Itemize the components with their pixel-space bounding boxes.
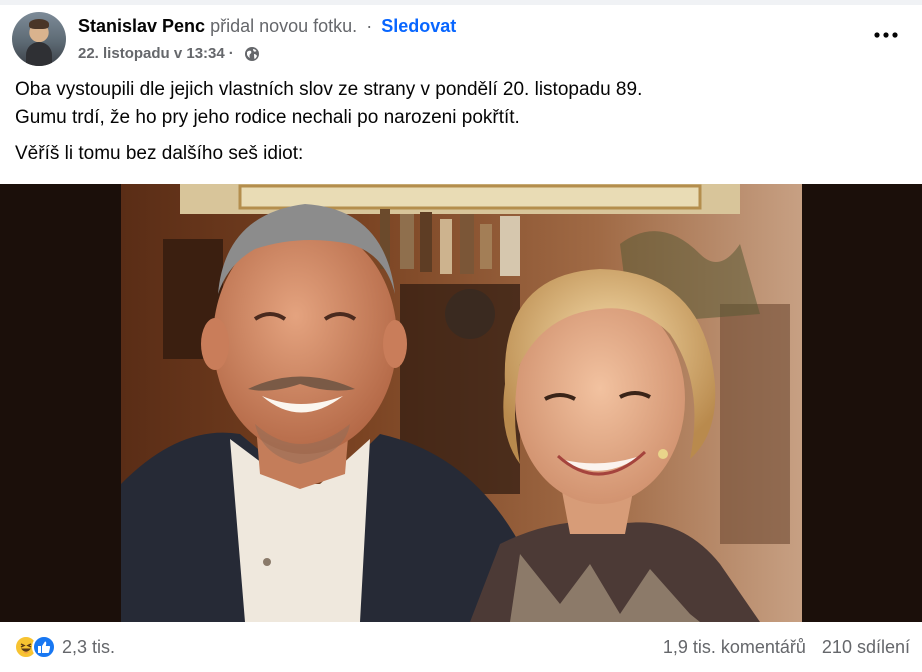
- post-footer: 2,3 tis. 1,9 tis. komentářů 210 sdílení: [0, 622, 922, 672]
- engagement-stats: 1,9 tis. komentářů 210 sdílení: [663, 637, 910, 658]
- feed-gap: [0, 0, 922, 5]
- post-date[interactable]: 22. listopadu v 13:34: [78, 43, 225, 65]
- follow-button[interactable]: Sledovat: [381, 16, 456, 36]
- comments-count-link[interactable]: 1,9 tis. komentářů: [663, 637, 806, 658]
- date-separator-dot: ·: [228, 45, 234, 62]
- post-header: Stanislav Penc přidal novou fotku. · Sle…: [12, 12, 456, 68]
- like-reaction-icon: [32, 635, 56, 659]
- post-text-line: Gumu trdí, že ho pry jeho rodice nechali…: [15, 107, 520, 128]
- post-meta: Stanislav Penc přidal novou fotku. · Sle…: [78, 14, 456, 65]
- reaction-count: 2,3 tis.: [62, 636, 116, 657]
- shares-count-link[interactable]: 210 sdílení: [822, 637, 910, 658]
- post-action-text: přidal novou fotku.: [210, 16, 358, 36]
- more-options-icon[interactable]: [872, 24, 900, 46]
- post-text: Oba vystoupili dle jejich vlastních slov…: [15, 76, 905, 168]
- post-text-line: Oba vystoupili dle jejich vlastních slov…: [15, 79, 643, 100]
- post-title-line: Stanislav Penc přidal novou fotku. · Sle…: [78, 14, 456, 38]
- facebook-post: Stanislav Penc přidal novou fotku. · Sle…: [0, 0, 922, 672]
- separator-dot: ·: [366, 16, 373, 36]
- post-timestamp-line: 22. listopadu v 13:34 ·: [78, 43, 456, 65]
- post-photo[interactable]: [0, 184, 922, 622]
- reactions-summary[interactable]: 2,3 tis.: [14, 635, 115, 659]
- author-avatar[interactable]: [12, 12, 66, 66]
- author-name[interactable]: Stanislav Penc: [78, 16, 205, 36]
- post-text-line: Věříš li tomu bez dalšího seš idiot:: [15, 143, 304, 164]
- globe-icon: [244, 46, 260, 62]
